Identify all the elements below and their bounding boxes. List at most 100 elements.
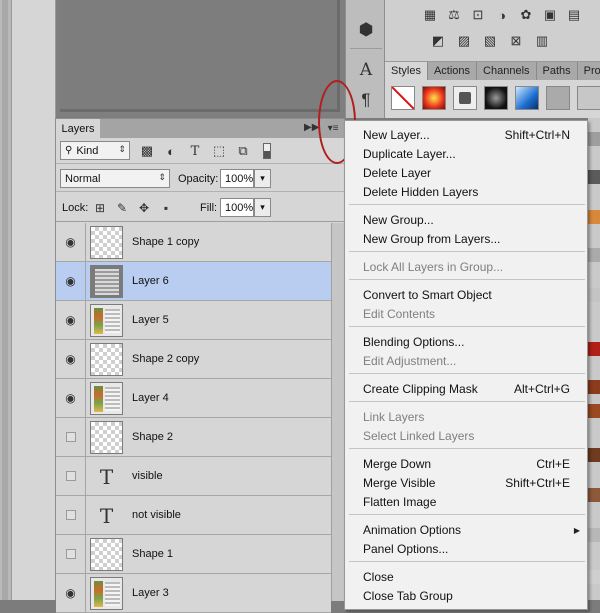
layers-scrollbar[interactable] — [331, 223, 344, 601]
lock-position-move-icon[interactable]: ✥ — [136, 200, 152, 216]
swatch-chip[interactable] — [588, 170, 600, 184]
layer-row[interactable]: Shape 2 — [56, 418, 331, 457]
brightness-contrast-icon[interactable]: ▦ — [421, 7, 439, 23]
menu-item-blending-options[interactable]: Blending Options... — [345, 333, 587, 351]
layer-row[interactable]: ◉ Layer 5 — [56, 301, 331, 340]
menu-item-edit-adjustment[interactable]: Edit Adjustment... — [345, 352, 587, 370]
text-layer-icon[interactable]: T — [90, 460, 123, 493]
swatch-chip[interactable] — [588, 380, 600, 394]
tab-channels[interactable]: Channels — [477, 62, 537, 80]
photo-filter-icon[interactable]: ▣ — [541, 7, 559, 23]
tab-paths[interactable]: Paths — [537, 62, 578, 80]
tab-layers[interactable]: Layers — [56, 119, 100, 138]
fill-input[interactable]: 100% — [220, 198, 254, 217]
style-swatch-gray[interactable] — [453, 86, 477, 110]
swatch-chip[interactable] — [588, 488, 600, 502]
filter-adjustment-icon[interactable]: ◐ — [162, 142, 180, 160]
swatch-chip[interactable] — [588, 404, 600, 418]
layer-thumbnail[interactable] — [90, 421, 123, 454]
layer-visibility-toggle[interactable]: ◉ — [56, 379, 86, 417]
menu-item-edit-contents[interactable]: Edit Contents — [345, 305, 587, 323]
layer-name[interactable]: Shape 2 — [132, 431, 173, 443]
levels-icon[interactable]: ⚖ — [445, 7, 463, 23]
paragraph-icon[interactable]: ¶ — [354, 88, 378, 112]
layer-row[interactable]: Shape 1 — [56, 535, 331, 574]
swatch-chip[interactable] — [588, 248, 600, 262]
filter-shape-icon[interactable]: ⬚ — [210, 142, 228, 160]
layer-name[interactable]: Shape 1 — [132, 548, 173, 560]
filter-kind-select[interactable]: ⚲ Kind ⇕ — [60, 141, 130, 160]
layer-visibility-toggle[interactable]: ◉ — [56, 340, 86, 378]
layer-row[interactable]: Tnot visible — [56, 496, 331, 535]
layer-thumbnail[interactable] — [90, 304, 123, 337]
style-swatch-silver[interactable] — [546, 86, 570, 110]
style-swatch-none[interactable] — [391, 86, 415, 110]
selective-color-icon[interactable]: ⊠ — [507, 33, 525, 49]
menu-item-convert-to-smart-object[interactable]: Convert to Smart Object — [345, 286, 587, 304]
menu-item-create-clipping-mask[interactable]: Create Clipping Mask Alt+Ctrl+G — [345, 380, 587, 398]
filter-smart-object-icon[interactable]: ⧉ — [234, 142, 252, 160]
layer-visibility-toggle[interactable]: ◉ — [56, 262, 86, 300]
swatch-chip[interactable] — [588, 570, 600, 584]
menu-item-delete-layer[interactable]: Delete Layer — [345, 164, 587, 182]
3d-icon[interactable]: ⬢ — [354, 18, 378, 42]
menu-item-duplicate-layer[interactable]: Duplicate Layer... — [345, 145, 587, 163]
layer-row[interactable]: ◉ Shape 1 copy — [56, 223, 331, 262]
layer-visibility-toggle[interactable] — [56, 535, 86, 573]
menu-item-merge-down[interactable]: Merge Down Ctrl+E — [345, 455, 587, 473]
menu-item-link-layers[interactable]: Link Layers — [345, 408, 587, 426]
layer-thumbnail[interactable] — [90, 577, 123, 610]
menu-item-new-group-from-layers[interactable]: New Group from Layers... — [345, 230, 587, 248]
filter-toggle-icon[interactable] — [258, 142, 276, 160]
layer-thumbnail[interactable] — [90, 265, 123, 298]
layer-name[interactable]: Layer 4 — [132, 392, 169, 404]
curves-icon[interactable]: ⊡ — [469, 7, 487, 23]
swatch-chip[interactable] — [588, 528, 600, 542]
threshold-icon[interactable]: ▧ — [481, 33, 499, 49]
menu-item-merge-visible[interactable]: Merge Visible Shift+Ctrl+E — [345, 474, 587, 492]
menu-item-close[interactable]: Close — [345, 568, 587, 586]
layer-visibility-toggle[interactable] — [56, 457, 86, 495]
layer-visibility-toggle[interactable]: ◉ — [56, 574, 86, 612]
channel-mixer-icon[interactable]: ✿ — [517, 7, 535, 23]
swatch-chip[interactable] — [588, 448, 600, 462]
style-swatch-red[interactable] — [422, 86, 446, 110]
layer-name[interactable]: Shape 1 copy — [132, 236, 199, 248]
layer-name[interactable]: Layer 5 — [132, 314, 169, 326]
menu-item-new-layer[interactable]: New Layer... Shift+Ctrl+N — [345, 126, 587, 144]
layer-thumbnail[interactable] — [90, 382, 123, 415]
menu-item-delete-hidden-layers[interactable]: Delete Hidden Layers — [345, 183, 587, 201]
text-layer-icon[interactable]: T — [90, 499, 123, 532]
layer-name[interactable]: Shape 2 copy — [132, 353, 199, 365]
layer-row[interactable]: ◉ Layer 3 — [56, 574, 331, 613]
tab-styles[interactable]: Styles — [385, 62, 428, 80]
style-swatch-black[interactable] — [484, 86, 508, 110]
fill-dropdown-icon[interactable]: ▾ — [254, 198, 271, 217]
style-swatch-light[interactable] — [577, 86, 600, 110]
layer-visibility-toggle[interactable]: ◉ — [56, 301, 86, 339]
lock-image-brush-icon[interactable]: ✎ — [114, 200, 130, 216]
menu-item-select-linked-layers[interactable]: Select Linked Layers — [345, 427, 587, 445]
layer-name[interactable]: not visible — [132, 509, 181, 521]
gradient-fill-icon[interactable]: ▥ — [533, 33, 551, 49]
layer-row[interactable]: ◉ Layer 4 — [56, 379, 331, 418]
layer-name[interactable]: Layer 3 — [132, 587, 169, 599]
menu-item-animation-options[interactable]: Animation Options ▶ — [345, 521, 587, 539]
filter-pixel-icon[interactable]: ▩ — [138, 142, 156, 160]
character-icon[interactable]: A — [354, 58, 378, 82]
menu-item-new-group[interactable]: New Group... — [345, 211, 587, 229]
layer-thumbnail[interactable] — [90, 538, 123, 571]
blend-mode-select[interactable]: Normal ⇕ — [60, 169, 170, 188]
lock-all-icon[interactable]: ▪ — [158, 200, 174, 216]
swatch-chip[interactable] — [588, 288, 600, 302]
menu-item-lock-all-layers-in-group[interactable]: Lock All Layers in Group... — [345, 258, 587, 276]
layer-row[interactable]: ◉ Shape 2 copy — [56, 340, 331, 379]
gradient-map-icon[interactable]: ▤ — [565, 7, 583, 23]
tab-properties[interactable]: Prope — [578, 62, 600, 80]
style-swatch-blue[interactable] — [515, 86, 539, 110]
layer-name[interactable]: visible — [132, 470, 163, 482]
swatch-chip[interactable] — [588, 210, 600, 224]
layer-thumbnail[interactable] — [90, 343, 123, 376]
menu-item-panel-options[interactable]: Panel Options... — [345, 540, 587, 558]
layer-name[interactable]: Layer 6 — [132, 275, 169, 287]
